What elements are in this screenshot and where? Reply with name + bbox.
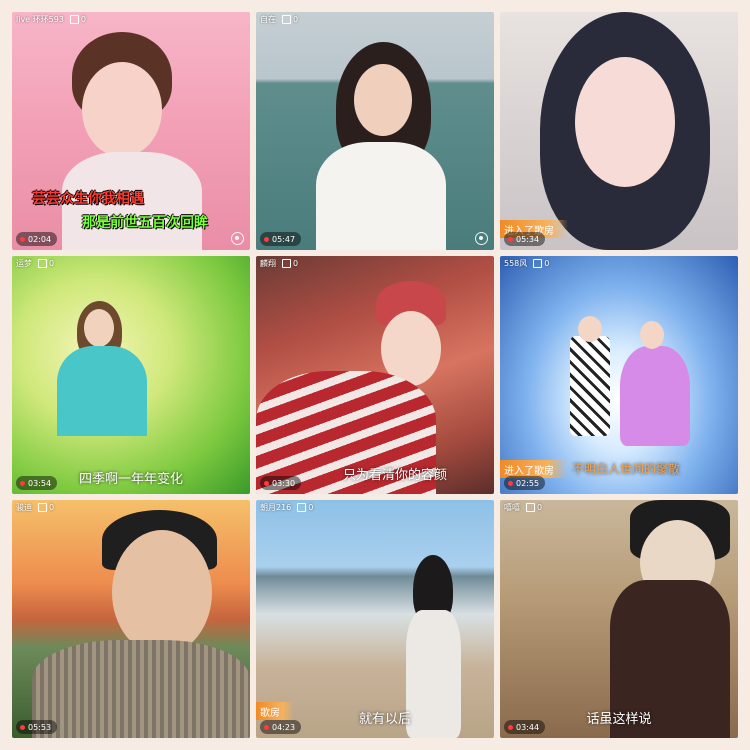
duration-badge: 02:55 xyxy=(504,476,546,490)
gift-count: 0 xyxy=(537,502,543,512)
lyric-line-1: 芸芸众生你我相遇 xyxy=(32,191,144,207)
gift-icon xyxy=(38,258,47,268)
user-name: 朝月216 xyxy=(260,502,292,512)
video-tile[interactable]: 骏迪 0 05:53 xyxy=(12,500,250,738)
duration-badge: 05:34 xyxy=(504,232,546,246)
tile-header: 558风 0 xyxy=(500,256,553,270)
location-icon[interactable] xyxy=(231,232,244,245)
user-name: 嘻嘻 xyxy=(504,502,520,512)
user-name: 麟翔 xyxy=(260,258,276,268)
gift-icon xyxy=(282,258,291,268)
user-name: 骏迪 xyxy=(16,502,32,512)
duration: 03:54 xyxy=(28,478,52,488)
video-tile[interactable]: 进入了歌房 05:34 xyxy=(500,12,738,250)
video-tile[interactable]: live 环环593 0 芸芸众生你我相遇 那是前世五百次回眸 02:04 xyxy=(12,12,250,250)
gift-icon xyxy=(282,14,291,24)
gift-icon xyxy=(526,502,535,512)
duration-badge: 03:44 xyxy=(504,720,546,734)
duration: 03:44 xyxy=(516,722,540,732)
duration-badge: 05:47 xyxy=(260,232,302,246)
gift-count: 0 xyxy=(49,258,55,268)
record-dot-icon xyxy=(508,236,513,242)
opera-performer-image xyxy=(590,500,738,738)
gift-icon xyxy=(38,502,47,512)
record-dot-icon xyxy=(264,724,269,730)
duration: 04:23 xyxy=(272,722,296,732)
duration-badge: 05:53 xyxy=(16,720,58,734)
gift-icon xyxy=(297,502,307,512)
gift-icon xyxy=(533,258,543,268)
tile-header: 自在 0 xyxy=(256,12,302,26)
duration-badge: 04:23 xyxy=(260,720,302,734)
tile-header: 朝月216 0 xyxy=(256,500,317,514)
tile-header: 骏迪 0 xyxy=(12,500,58,514)
record-dot-icon xyxy=(20,236,25,242)
video-tile[interactable]: 麟翔 0 只为看清你的容颜 03:30 xyxy=(256,256,494,494)
record-dot-icon xyxy=(508,480,513,486)
gift-count: 0 xyxy=(293,14,299,24)
duration-badge: 03:30 xyxy=(260,476,302,490)
record-dot-icon xyxy=(20,480,25,486)
user-name: 558风 xyxy=(504,258,528,268)
video-tile[interactable]: 558风 0 进入了歌房 不明白人世间的聚散 02:55 xyxy=(500,256,738,494)
performer-image xyxy=(32,510,250,738)
performer-image xyxy=(256,281,494,494)
tile-header: 运梦 0 xyxy=(12,256,58,270)
record-dot-icon xyxy=(20,724,25,730)
user-name: 运梦 xyxy=(16,258,32,268)
record-dot-icon xyxy=(508,724,513,730)
duration: 05:47 xyxy=(272,234,296,244)
video-tile[interactable]: 运梦 0 四季啊一年年变化 03:54 xyxy=(12,256,250,494)
performer-image xyxy=(530,12,720,250)
gift-count: 0 xyxy=(80,14,87,24)
record-dot-icon xyxy=(264,480,269,486)
user-name: live 环环593 xyxy=(16,14,64,24)
duration: 03:30 xyxy=(272,478,296,488)
user-name: 自在 xyxy=(260,14,276,24)
gift-count: 0 xyxy=(544,258,550,268)
video-grid: live 环环593 0 芸芸众生你我相遇 那是前世五百次回眸 02:04 自在… xyxy=(0,0,750,750)
duration: 02:55 xyxy=(516,478,540,488)
lyric-line-2: 那是前世五百次回眸 xyxy=(82,215,208,231)
video-tile[interactable]: 朝月216 0 歌房 就有以后 04:23 xyxy=(256,500,494,738)
duration-badge: 02:04 xyxy=(16,232,58,246)
video-tile[interactable]: 嘻嘻 0 话虽这样说 03:44 xyxy=(500,500,738,738)
tile-header: live 环环593 0 xyxy=(12,12,90,26)
performer-image xyxy=(52,301,162,471)
record-dot-icon xyxy=(264,236,269,242)
tile-header: 麟翔 0 xyxy=(256,256,302,270)
duration: 02:04 xyxy=(28,234,52,244)
duration-badge: 03:54 xyxy=(16,476,58,490)
tile-header: 嘻嘻 0 xyxy=(500,500,546,514)
duration: 05:53 xyxy=(28,722,52,732)
video-tile[interactable]: 自在 0 05:47 xyxy=(256,12,494,250)
gift-count: 0 xyxy=(293,258,299,268)
gift-count: 0 xyxy=(308,502,314,512)
gift-count: 0 xyxy=(49,502,55,512)
performer-image xyxy=(306,42,456,250)
duration: 05:34 xyxy=(516,234,540,244)
location-icon[interactable] xyxy=(475,232,488,245)
lyric-caption: 不明白人世间的聚散 xyxy=(572,462,681,476)
gift-icon xyxy=(69,14,79,24)
animated-couple xyxy=(560,316,690,446)
